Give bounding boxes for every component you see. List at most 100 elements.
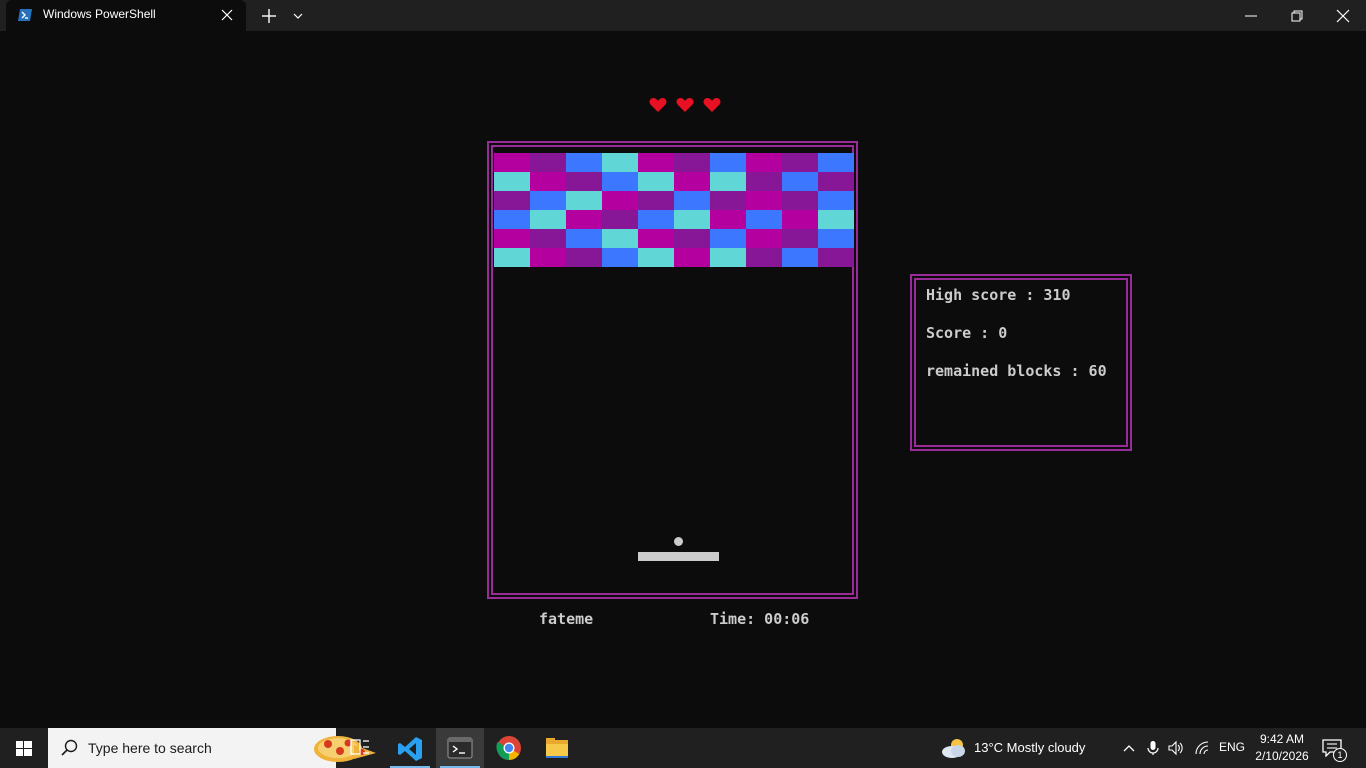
network-icon[interactable] <box>1194 740 1210 756</box>
brick <box>710 248 746 267</box>
brick <box>602 191 638 210</box>
language-indicator[interactable]: ENG <box>1219 740 1245 754</box>
brick <box>746 210 782 229</box>
brick <box>494 229 530 248</box>
brick <box>818 191 854 210</box>
brick <box>710 229 746 248</box>
brick <box>674 153 710 172</box>
heart-icon <box>676 98 694 112</box>
taskbar-terminal[interactable] <box>436 728 484 768</box>
brick <box>638 248 674 267</box>
brick <box>566 191 602 210</box>
powershell-icon <box>18 9 32 21</box>
brick <box>566 210 602 229</box>
brick <box>782 191 818 210</box>
brick <box>566 229 602 248</box>
brick <box>566 248 602 267</box>
plus-icon[interactable] <box>261 8 277 24</box>
player-name: fateme <box>539 610 594 628</box>
brick <box>530 210 566 229</box>
brick <box>638 191 674 210</box>
brick <box>494 210 530 229</box>
brick <box>530 191 566 210</box>
tab-windows-powershell[interactable]: Windows PowerShell <box>6 0 246 31</box>
brick <box>782 248 818 267</box>
brick <box>638 229 674 248</box>
windows-start-icon[interactable] <box>0 728 48 768</box>
brick <box>782 172 818 191</box>
title-bar: Windows PowerShell <box>0 0 1366 31</box>
chevron-down-icon[interactable] <box>292 11 304 21</box>
weather-text[interactable]: 13°C Mostly cloudy <box>974 740 1085 755</box>
vscode-icon <box>398 737 422 761</box>
brick <box>602 153 638 172</box>
terminal-icon <box>447 737 473 759</box>
high-score: High score : 310 <box>926 286 1071 304</box>
clock-date: 2/10/2026 <box>1255 749 1309 763</box>
brick <box>602 229 638 248</box>
remained-blocks: remained blocks : 60 <box>926 362 1107 380</box>
notification-center[interactable]: 1 <box>1322 737 1347 762</box>
brick <box>746 229 782 248</box>
brick <box>674 229 710 248</box>
taskbar-vscode[interactable] <box>386 728 434 768</box>
chrome-icon[interactable] <box>485 728 533 768</box>
brick <box>818 210 854 229</box>
search-placeholder: Type here to search <box>88 740 212 756</box>
ball <box>674 537 683 546</box>
clock-time: 9:42 AM <box>1259 732 1305 746</box>
brick <box>494 248 530 267</box>
brick <box>638 210 674 229</box>
brick <box>674 248 710 267</box>
brick <box>494 153 530 172</box>
brick <box>602 172 638 191</box>
brick <box>710 172 746 191</box>
search-icon <box>61 739 78 756</box>
lives-indicator <box>649 97 724 115</box>
heart-icon <box>703 98 721 112</box>
brick <box>530 229 566 248</box>
heart-icon <box>649 98 667 112</box>
brick <box>710 153 746 172</box>
microphone-icon[interactable] <box>1145 740 1161 756</box>
brick <box>818 153 854 172</box>
brick <box>530 248 566 267</box>
brick <box>638 153 674 172</box>
brick-grid <box>494 153 854 267</box>
brick <box>602 210 638 229</box>
brick <box>818 172 854 191</box>
brick <box>602 248 638 267</box>
brick <box>782 229 818 248</box>
close-icon[interactable] <box>220 8 234 22</box>
current-score: Score : 0 <box>926 324 1008 342</box>
brick <box>746 153 782 172</box>
brick <box>494 191 530 210</box>
volume-icon[interactable] <box>1168 740 1184 756</box>
minimize-icon[interactable] <box>1243 8 1259 24</box>
file-explorer-icon[interactable] <box>533 728 581 768</box>
brick <box>782 153 818 172</box>
taskbar-search-box[interactable]: Type here to search <box>48 728 376 768</box>
brick <box>638 172 674 191</box>
notification-count: 1 <box>1333 748 1347 762</box>
brick <box>746 248 782 267</box>
close-window-icon[interactable] <box>1335 8 1351 24</box>
restore-icon[interactable] <box>1289 8 1305 24</box>
brick <box>746 172 782 191</box>
game-timer: Time: 00:06 <box>710 610 810 628</box>
brick <box>530 153 566 172</box>
paddle <box>638 552 719 561</box>
taskbar: Type here to search 13°C Mostly cloudy E… <box>0 728 1366 768</box>
brick <box>818 229 854 248</box>
chevron-up-icon[interactable] <box>1121 740 1137 756</box>
task-view-icon[interactable] <box>336 728 384 768</box>
brick <box>674 191 710 210</box>
weather-cloudy-icon <box>942 739 965 758</box>
brick <box>494 172 530 191</box>
brick <box>710 191 746 210</box>
brick <box>818 248 854 267</box>
brick <box>674 210 710 229</box>
tab-title: Windows PowerShell <box>43 7 156 21</box>
brick <box>566 172 602 191</box>
system-clock[interactable]: 9:42 AM 2/10/2026 <box>1250 731 1314 765</box>
